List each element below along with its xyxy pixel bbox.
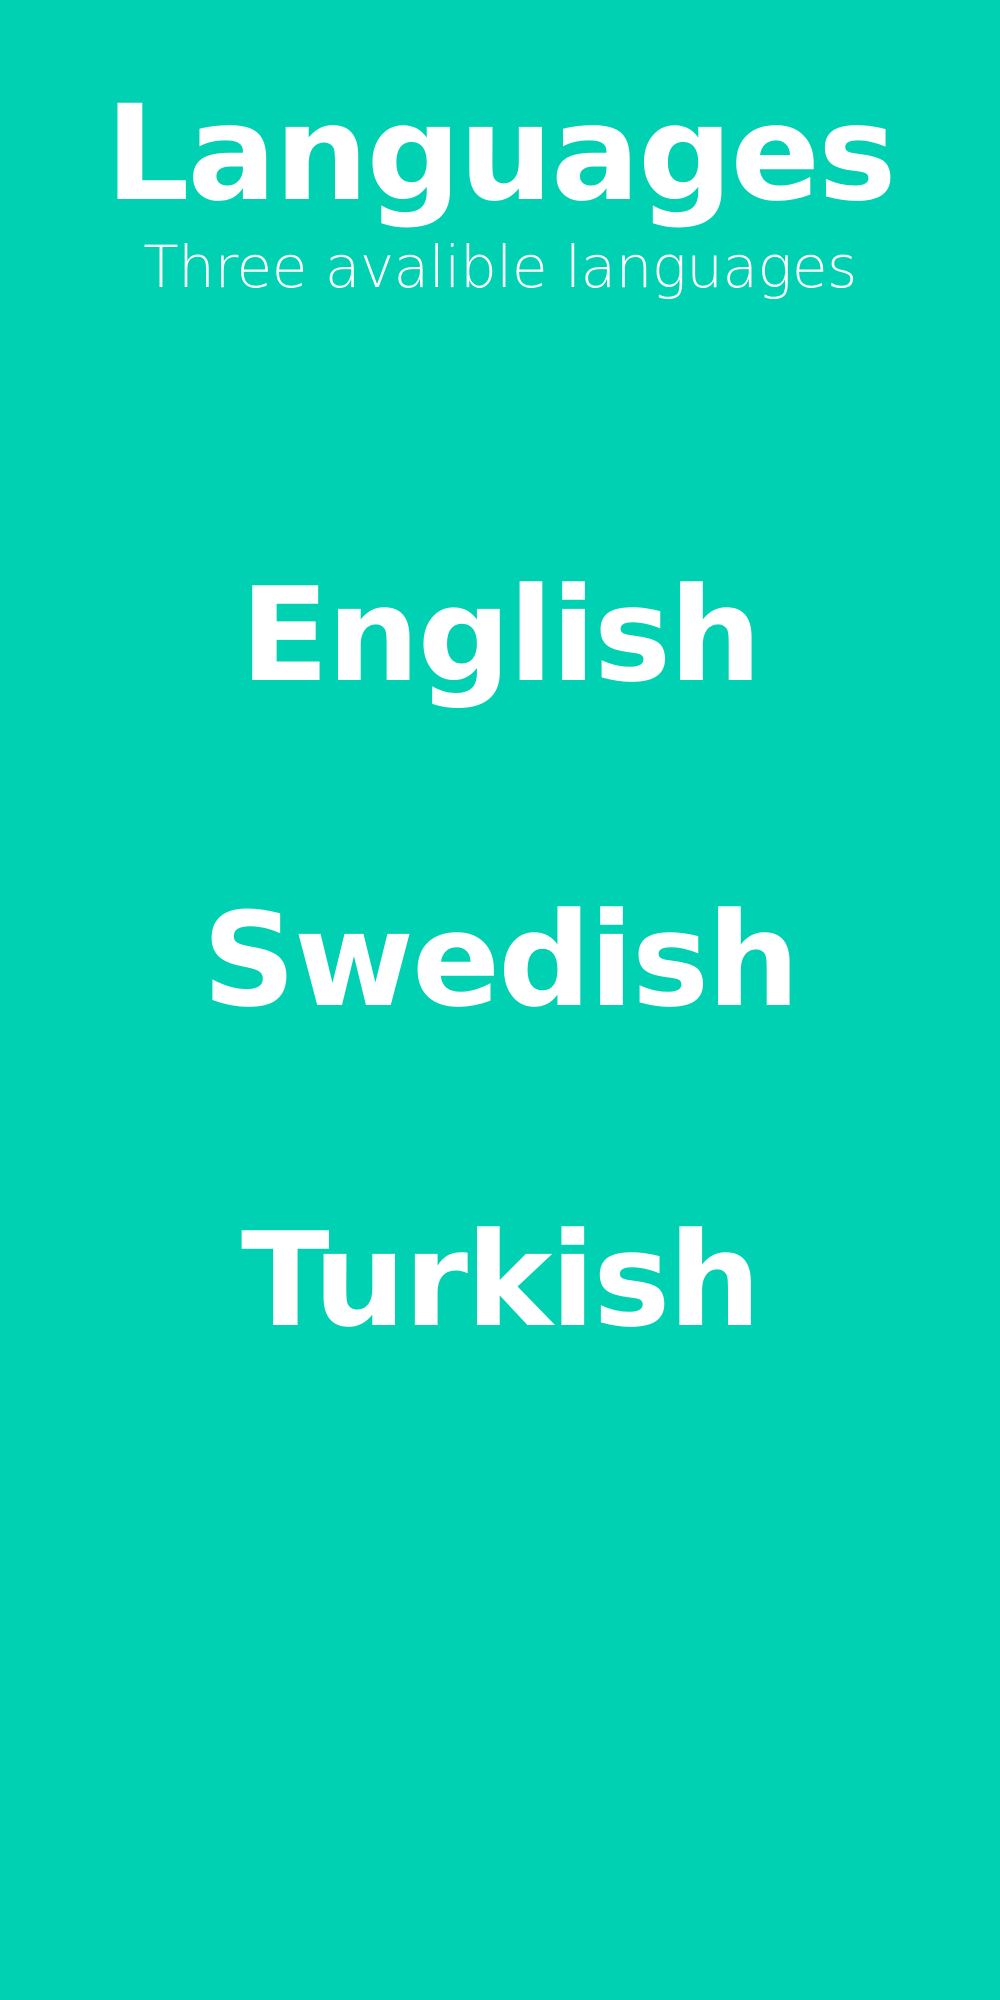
page-title: Languages — [105, 77, 896, 231]
languages-screen: Languages Three avalible languages Engli… — [0, 0, 1000, 2000]
language-option-turkish[interactable]: Turkish — [0, 1215, 1000, 1345]
language-option-swedish[interactable]: Swedish — [0, 895, 1000, 1025]
page-subtitle: Three avalible languages — [143, 233, 857, 301]
header: Languages Three avalible languages — [0, 88, 1000, 296]
language-option-english[interactable]: English — [0, 570, 1000, 700]
